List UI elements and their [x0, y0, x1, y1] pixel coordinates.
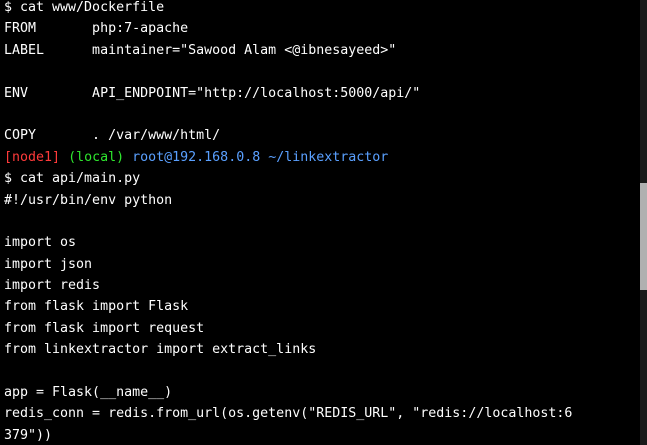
terminal-text-segment: COPY . /var/www/html/ [4, 128, 221, 144]
terminal-text-segment: 379")) [4, 427, 53, 443]
terminal-window[interactable]: $ cat www/Dockerfile FROM php:7-apache LAB… [0, 0, 640, 445]
terminal-line: from linkextractor import extract_links [4, 339, 572, 360]
terminal-text-segment: app = Flask(__name__) [4, 385, 173, 401]
terminal-line: import redis [4, 275, 572, 296]
terminal-line: from flask import Flask [4, 296, 572, 317]
terminal-line: import os [4, 232, 572, 253]
scrollbar-thumb[interactable] [640, 183, 647, 290]
terminal-text-segment: [node1] [4, 149, 61, 165]
terminal-output: $ cat www/Dockerfile FROM php:7-apache LAB… [4, 0, 572, 445]
terminal-line: [node1] (local) root@192.168.0.8 ~/linke… [4, 147, 572, 168]
terminal-line: $ cat api/main.py [4, 168, 572, 189]
terminal-line: LABEL maintainer="Sawood Alam <@ibnesaye… [4, 40, 572, 61]
terminal-text-segment: from flask import Flask [4, 299, 189, 315]
terminal-text-segment: root@192.168.0.8 ~/linkextractor [132, 149, 389, 165]
terminal-line: from flask import request [4, 318, 572, 339]
terminal-text-segment: (local) [68, 149, 125, 165]
terminal-line: $ cat www/Dockerfile [4, 0, 572, 18]
terminal-text-segment: import redis [4, 278, 101, 294]
terminal-text-segment: redis_conn = redis.from_url(os.getenv("R… [4, 406, 573, 422]
terminal-line: FROM php:7-apache [4, 18, 572, 39]
terminal-text-segment: #!/usr/bin/env python [4, 192, 173, 208]
terminal-line: #!/usr/bin/env python [4, 190, 572, 211]
scrollbar[interactable] [640, 0, 647, 445]
terminal-text-segment: LABEL maintainer="Sawood Alam <@ibnesaye… [4, 42, 397, 58]
terminal-line: COPY . /var/www/html/ [4, 125, 572, 146]
terminal-line: app = Flask(__name__) [4, 382, 572, 403]
terminal-text-segment: $ cat api/main.py [4, 171, 141, 187]
terminal-text-segment: FROM php:7-apache [4, 21, 189, 37]
terminal-text-segment: $ cat www/Dockerfile [4, 0, 165, 15]
terminal-text-segment: from flask import request [4, 320, 205, 336]
terminal-line: redis_conn = redis.from_url(os.getenv("R… [4, 403, 572, 424]
terminal-text-segment: import json [4, 256, 93, 272]
terminal-text-segment: from linkextractor import extract_links [4, 342, 317, 358]
terminal-line: 379")) [4, 425, 572, 445]
terminal-line: import json [4, 254, 572, 275]
terminal-text-segment: ENV API_ENDPOINT="http://localhost:5000/… [4, 85, 421, 101]
terminal-line: ENV API_ENDPOINT="http://localhost:5000/… [4, 83, 572, 104]
terminal-text-segment: import os [4, 235, 77, 251]
